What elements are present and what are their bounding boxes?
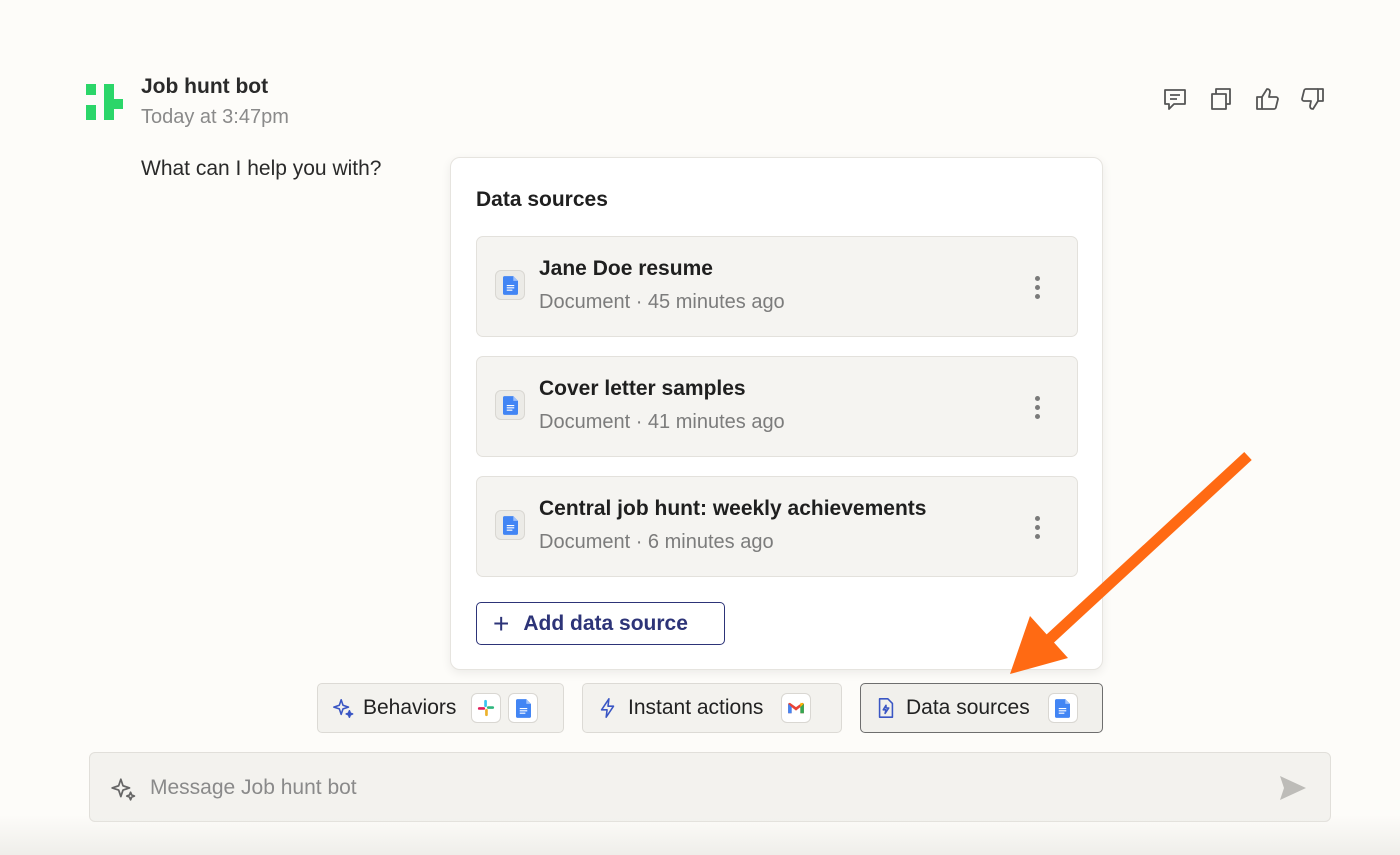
message-input[interactable]: [150, 767, 1250, 809]
sparkle-icon: [331, 696, 355, 720]
comment-icon: [1164, 89, 1186, 110]
data-source-item[interactable]: Jane Doe resume Document · 45 minutes ag…: [476, 236, 1078, 337]
google-docs-icon: [495, 390, 525, 420]
google-docs-icon: [1047, 693, 1078, 723]
gmail-icon: [781, 693, 812, 723]
popover-title: Data sources: [476, 188, 608, 211]
chip-label: Behaviors: [363, 696, 457, 719]
thumbs-up-button[interactable]: [1252, 84, 1282, 114]
bot-message-text: What can I help you with?: [141, 157, 382, 180]
copy-button[interactable]: [1206, 84, 1236, 114]
more-options-icon[interactable]: [1025, 387, 1049, 427]
google-docs-icon: [508, 693, 539, 723]
instant-actions-chip[interactable]: Instant actions: [582, 683, 842, 733]
data-source-title: Central job hunt: weekly achievements: [539, 497, 927, 520]
behaviors-chip[interactable]: Behaviors: [317, 683, 564, 733]
bot-name: Job hunt bot: [141, 75, 269, 98]
send-icon[interactable]: [1278, 774, 1308, 802]
data-source-meta: Document · 41 minutes ago: [539, 411, 785, 433]
plus-icon: +: [493, 607, 510, 639]
data-source-item[interactable]: Cover letter samples Document · 41 minut…: [476, 356, 1078, 457]
message-composer: [89, 752, 1331, 822]
thumbs-down-icon: [1301, 88, 1324, 110]
chip-label: Instant actions: [628, 696, 764, 719]
data-source-item[interactable]: Central job hunt: weekly achievements Do…: [476, 476, 1078, 577]
more-options-icon[interactable]: [1025, 267, 1049, 307]
add-data-source-label: Add data source: [523, 611, 688, 635]
data-source-meta: Document · 6 minutes ago: [539, 531, 774, 553]
lightning-icon: [596, 696, 620, 720]
thumbs-down-button[interactable]: [1298, 84, 1328, 114]
comment-button[interactable]: [1160, 84, 1190, 114]
more-options-icon[interactable]: [1025, 507, 1049, 547]
bot-logo-icon: [84, 82, 124, 122]
data-source-title: Jane Doe resume: [539, 257, 713, 280]
chip-label: Data sources: [906, 696, 1030, 719]
bottom-fade: [0, 815, 1400, 855]
add-data-source-button[interactable]: + Add data source: [476, 602, 725, 645]
message-actions: [1160, 84, 1328, 114]
file-bolt-icon: [874, 696, 898, 720]
slack-icon: [471, 693, 502, 723]
data-source-meta: Document · 45 minutes ago: [539, 291, 785, 313]
data-source-title: Cover letter samples: [539, 377, 746, 400]
sparkle-icon: [111, 778, 136, 801]
message-timestamp: Today at 3:47pm: [141, 106, 289, 128]
thumbs-up-icon: [1256, 88, 1279, 110]
google-docs-icon: [495, 510, 525, 540]
data-sources-popover: Data sources Jane Doe resume Document · …: [450, 157, 1103, 670]
copy-icon: [1211, 88, 1231, 110]
data-sources-chip[interactable]: Data sources: [860, 683, 1103, 733]
google-docs-icon: [495, 270, 525, 300]
